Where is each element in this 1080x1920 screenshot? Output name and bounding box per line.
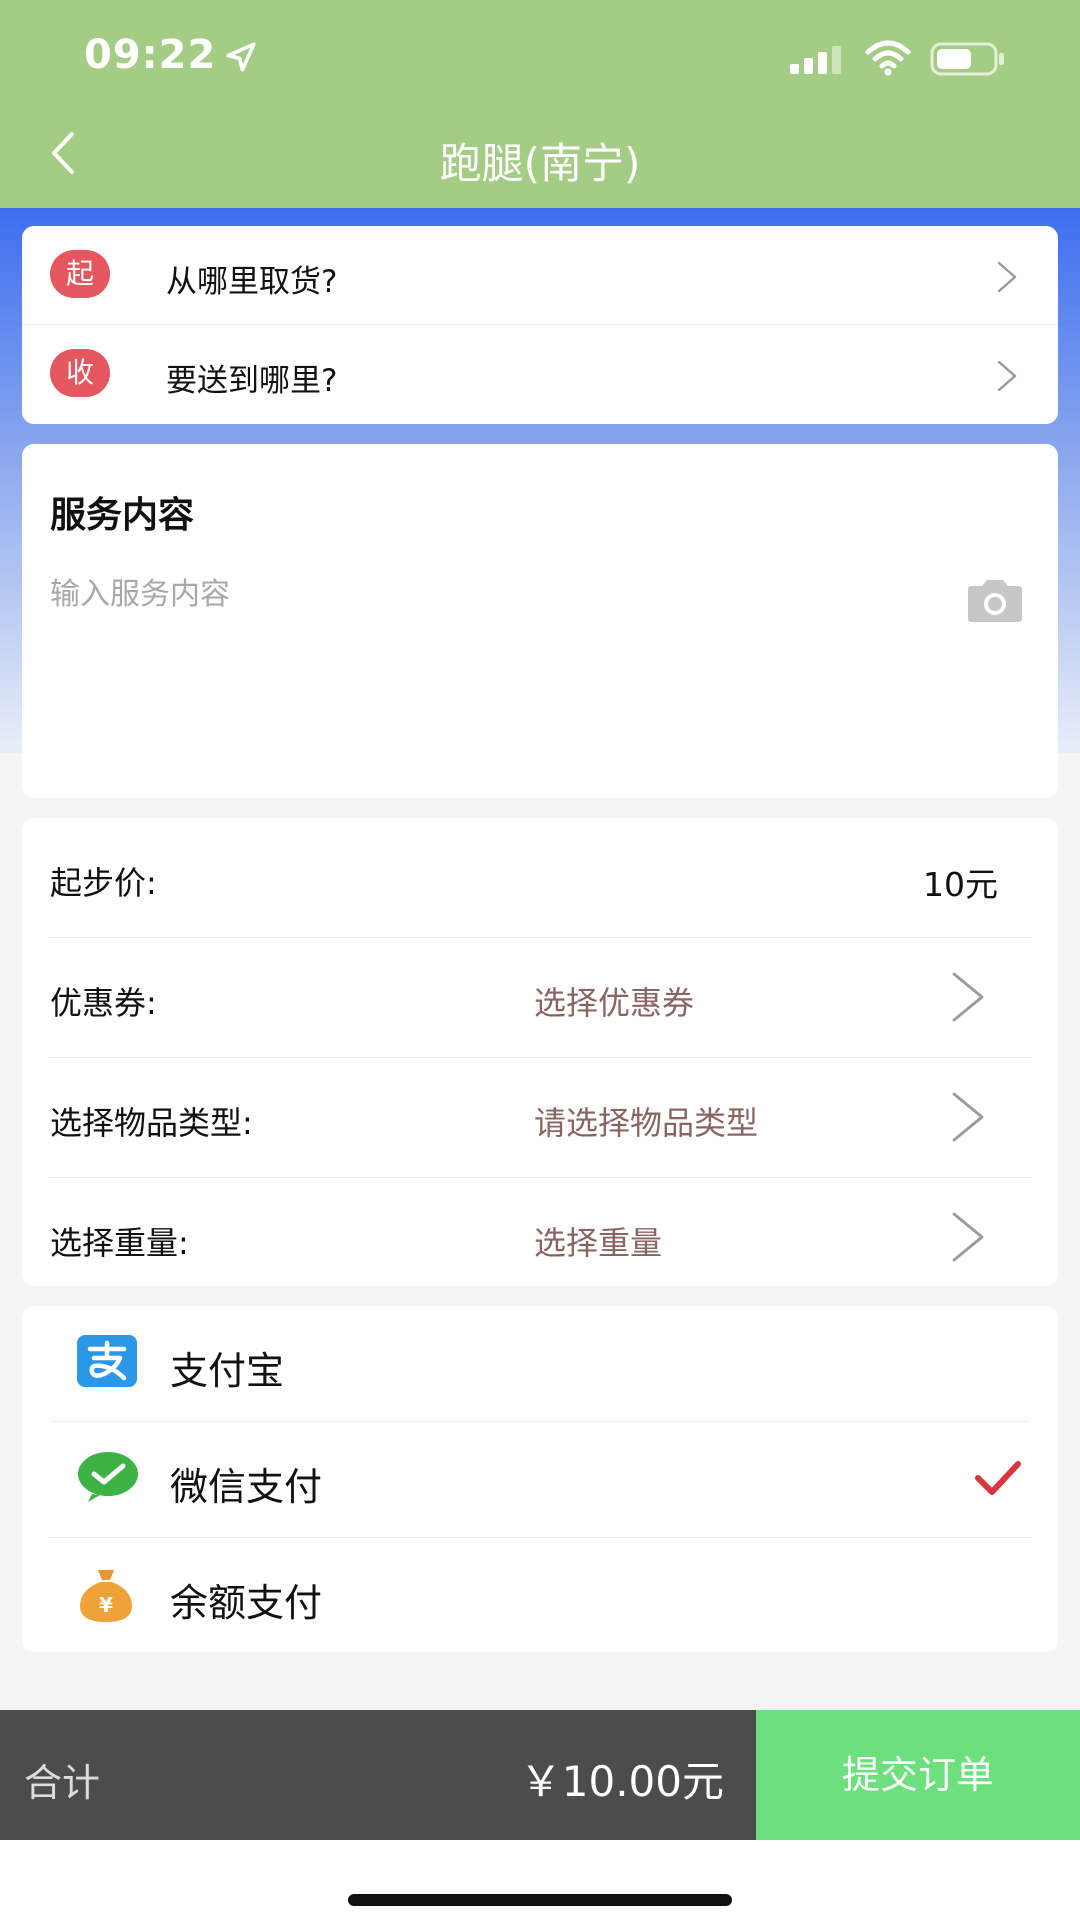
coupon-label: 优惠券: [50, 984, 157, 1022]
item-type-select[interactable]: 请选择物品类型 [534, 1098, 758, 1144]
weight-select[interactable]: 选择重量 [534, 1218, 662, 1264]
address-card: 起 从哪里取货? 收 要送到哪里? [22, 226, 1058, 424]
submit-order-button[interactable]: 提交订单 [756, 1710, 1080, 1840]
balance-bag-icon: ¥ [80, 1570, 132, 1622]
status-time: 09:22 [84, 32, 217, 78]
total-bar: 合计 ￥10.00元 [0, 1710, 756, 1840]
delivery-badge: 收 [50, 349, 110, 397]
chevron-right-icon [952, 1092, 984, 1142]
service-title: 服务内容 [50, 495, 195, 536]
chevron-right-icon [952, 972, 984, 1022]
total-label: 合计 [24, 1761, 101, 1805]
navigation-bar: 跑腿(南宁) [0, 100, 1080, 208]
coupon-select[interactable]: 选择优惠券 [534, 978, 694, 1024]
status-bar: 09:22 [0, 0, 1080, 100]
payment-label-alipay: 支付宝 [170, 1349, 285, 1393]
camera-icon[interactable] [964, 578, 1026, 624]
payment-label-wechat: 微信支付 [170, 1465, 323, 1509]
alipay-icon [77, 1335, 137, 1387]
delivery-address-text: 要送到哪里? [166, 363, 338, 399]
service-content-input[interactable] [50, 574, 930, 614]
page-title: 跑腿(南宁) [439, 139, 641, 188]
home-indicator[interactable] [348, 1894, 732, 1906]
base-price-value: 10元 [923, 865, 998, 904]
item-type-row[interactable]: 选择物品类型: 请选择物品类型 [50, 1058, 1030, 1178]
chevron-right-icon [997, 360, 1017, 392]
selected-check-icon [975, 1461, 1021, 1495]
pickup-address-row[interactable]: 起 从哪里取货? [22, 226, 1058, 325]
cellular-signal-icon [790, 46, 841, 74]
chevron-right-icon [997, 261, 1017, 293]
order-footer: 合计 ￥10.00元 提交订单 [0, 1710, 1080, 1840]
delivery-address-row[interactable]: 收 要送到哪里? [22, 325, 1058, 424]
service-content-card: 服务内容 [22, 444, 1058, 798]
chevron-right-icon [952, 1212, 984, 1262]
location-arrow-icon [226, 42, 256, 72]
pickup-address-text: 从哪里取货? [166, 264, 338, 300]
home-indicator-area [0, 1840, 1080, 1920]
svg-text:¥: ¥ [99, 1593, 113, 1617]
battery-icon [930, 42, 1004, 76]
payment-option-balance[interactable]: ¥ 余额支付 [50, 1538, 1030, 1654]
pricing-card: 起步价: 10元 优惠券: 选择优惠券 选择物品类型: 请选择物品类型 选择重量… [22, 818, 1058, 1286]
base-price-row: 起步价: 10元 [50, 818, 1030, 938]
payment-option-wechat[interactable]: 微信支付 [50, 1422, 1030, 1538]
payment-method-card: 支付宝 微信支付 ¥ 余额支付 [22, 1306, 1058, 1652]
item-type-label: 选择物品类型: [50, 1104, 253, 1142]
wechat-pay-icon [78, 1452, 138, 1502]
wifi-icon [865, 40, 911, 76]
pickup-badge: 起 [50, 250, 110, 298]
payment-label-balance: 余额支付 [170, 1581, 323, 1625]
total-amount: ￥10.00元 [519, 1757, 724, 1806]
weight-row[interactable]: 选择重量: 选择重量 [50, 1178, 1030, 1298]
weight-label: 选择重量: [50, 1224, 189, 1262]
coupon-row[interactable]: 优惠券: 选择优惠券 [50, 938, 1030, 1058]
base-price-label: 起步价: [50, 864, 157, 902]
payment-option-alipay[interactable]: 支付宝 [50, 1306, 1030, 1422]
